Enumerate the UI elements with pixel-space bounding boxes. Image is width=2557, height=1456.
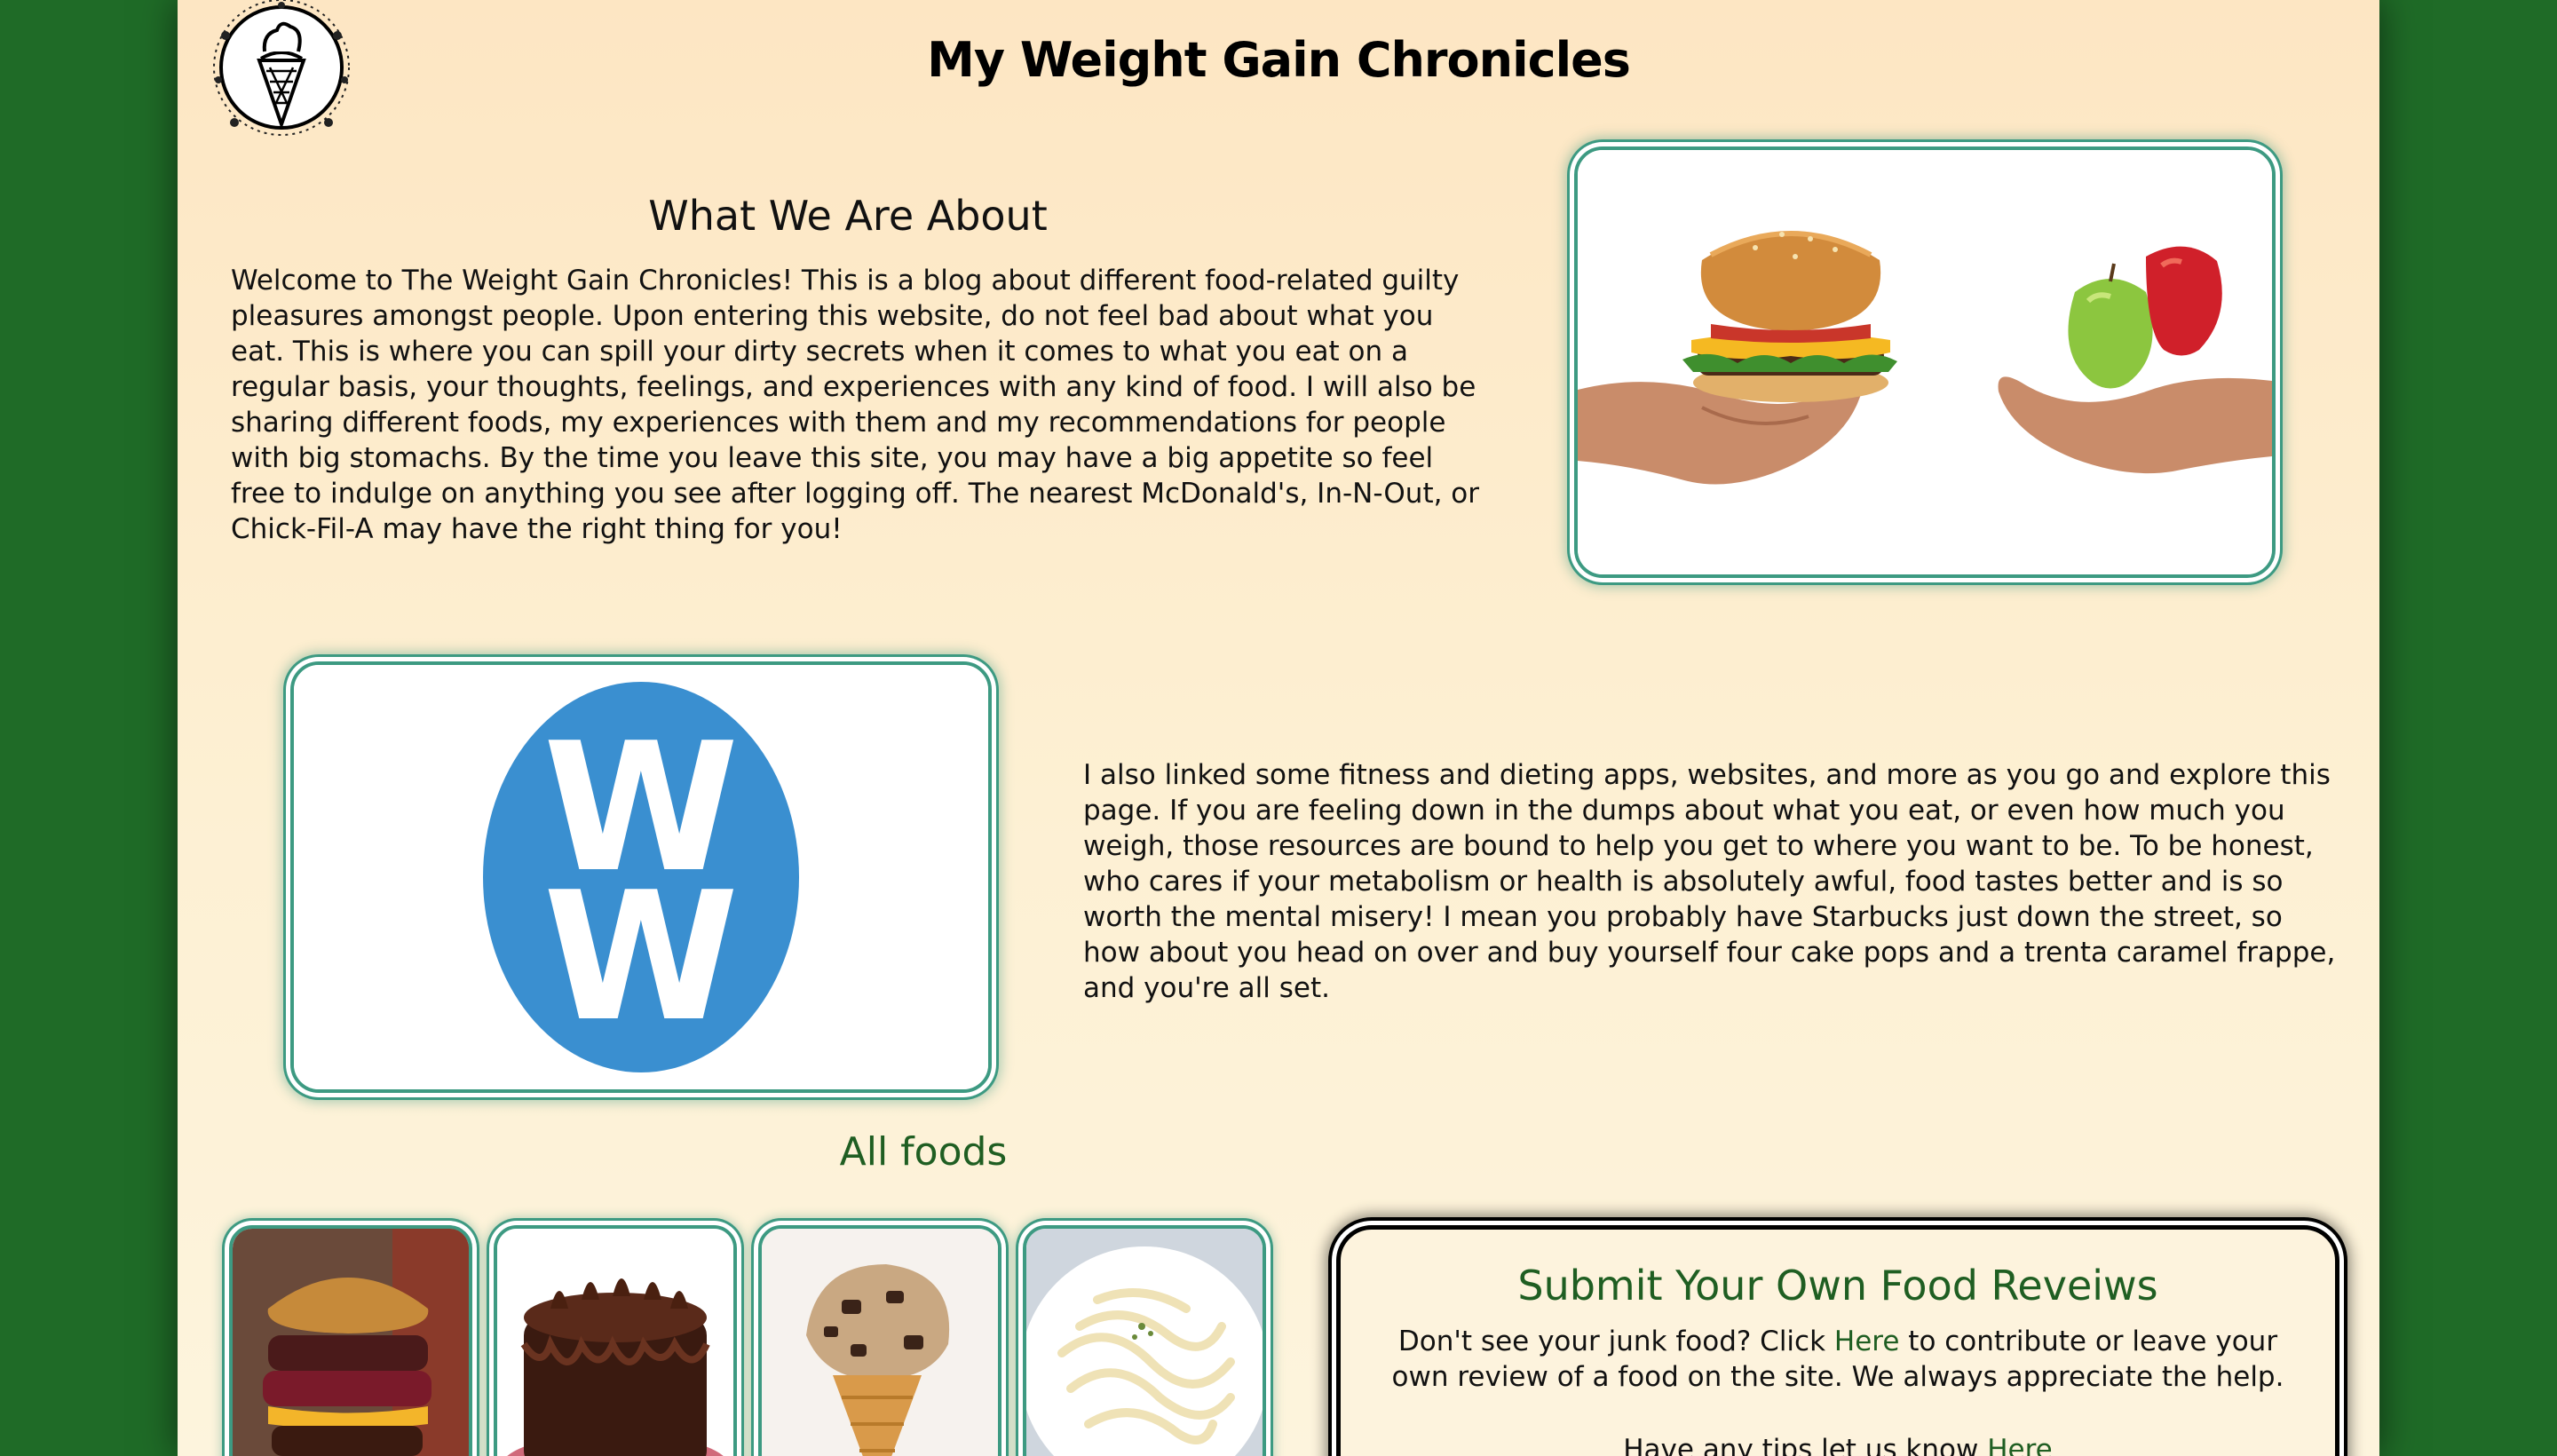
tips-here-link[interactable]: Here (1987, 1434, 2053, 1456)
about-paragraph: Welcome to The Weight Gain Chronicles! T… (231, 265, 1480, 545)
food-thumb-chocolate-cake[interactable] (494, 1225, 737, 1456)
all-foods-link[interactable]: All foods (666, 1129, 1181, 1175)
submit-review-description: Don't see your junk food? Click Here to … (1376, 1324, 2300, 1395)
food-thumb-burger[interactable] (229, 1225, 472, 1456)
contribute-here-link[interactable]: Here (1834, 1325, 1900, 1357)
submit-review-title: Submit Your Own Food Reveiws (1517, 1262, 2158, 1310)
about-heading: What We Are About (648, 192, 1048, 240)
tips-line: Have any tips let us know Here (1376, 1432, 2300, 1456)
submit-text-before-link: Don't see your junk food? Click (1397, 1325, 1834, 1357)
burger-vs-apple-image (1574, 146, 2276, 578)
page-container: My Weight Gain Chronicles What We Are Ab… (178, 0, 2379, 1456)
tips-text: Have any tips let us know (1623, 1434, 1988, 1456)
ww-logo-image: W W (290, 661, 992, 1093)
site-title: My Weight Gain Chronicles (927, 32, 1631, 88)
food-thumb-ice-cream[interactable] (758, 1225, 1001, 1456)
submit-review-panel: Submit Your Own Food Reveiws Don't see y… (1336, 1225, 2339, 1456)
svg-text:W: W (543, 854, 740, 1061)
resources-paragraph: I also linked some fitness and dieting a… (1083, 759, 2336, 1004)
food-thumb-pasta[interactable] (1023, 1225, 1266, 1456)
